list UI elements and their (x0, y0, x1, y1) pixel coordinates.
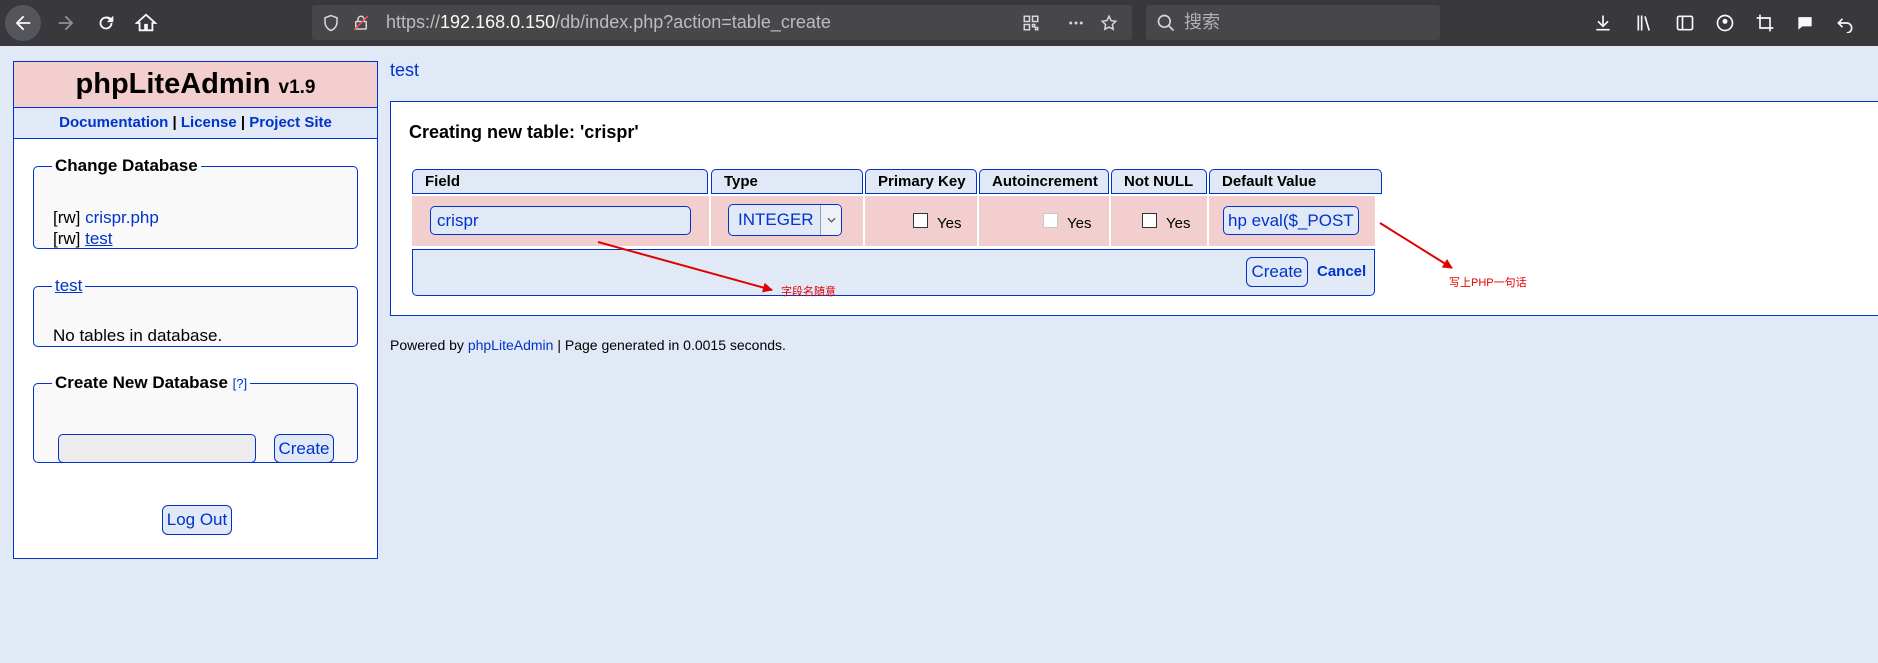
annotation-arrows (597, 222, 1453, 293)
default-value-annotation: 写上PHP一句话 (1449, 277, 1527, 289)
field-name-annotation: 字段名随意 (781, 286, 836, 298)
arrow-to-default-note (1379, 222, 1453, 269)
arrow-to-field-note (597, 241, 773, 293)
